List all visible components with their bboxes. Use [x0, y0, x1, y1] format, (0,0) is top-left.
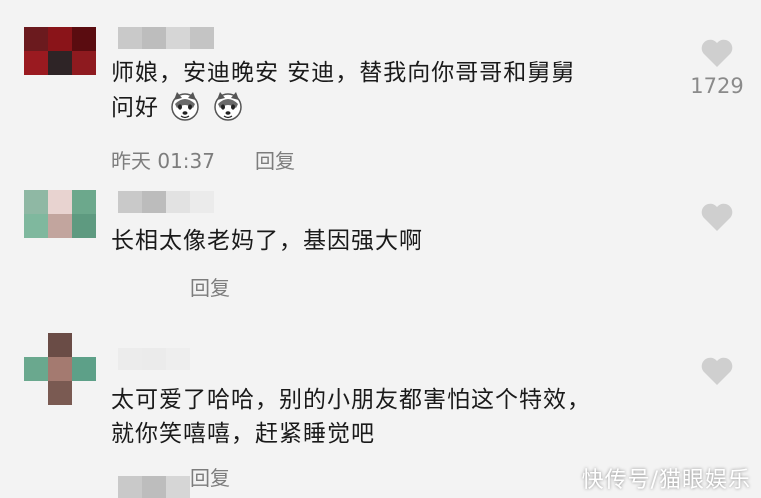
username-blurred[interactable]: [118, 191, 214, 213]
username-blurred[interactable]: [118, 476, 190, 498]
like-heart-icon[interactable]: [700, 38, 734, 68]
username-blurred[interactable]: [118, 27, 214, 49]
comment-text-line: 太可爱了哈哈，别的小朋友都害怕这个特效，: [111, 387, 591, 413]
reply-button[interactable]: 回复: [190, 462, 230, 491]
comment-text-fragment: 问好: [111, 95, 159, 121]
comment-text: 太可爱了哈哈，别的小朋友都害怕这个特效， 就你笑嘻嘻，赶紧睡觉吧: [111, 383, 591, 451]
reply-button[interactable]: 回复: [190, 272, 230, 301]
comment-text-line: 问好: [111, 90, 575, 125]
comment-text-line: 就你笑嘻嘻，赶紧睡觉吧: [111, 421, 375, 447]
avatar[interactable]: [24, 333, 96, 405]
like-heart-icon[interactable]: [700, 356, 734, 386]
comment-text-line: 长相太像老妈了，基因强大啊: [111, 228, 423, 254]
comment-text: 师娘，安迪晚安 安迪，替我向你哥哥和舅舅 问好: [111, 56, 575, 125]
reply-button[interactable]: 回复: [255, 145, 295, 174]
watermark: 快传号/猫眼娱乐: [581, 468, 751, 493]
avatar[interactable]: [24, 190, 96, 238]
username-blurred[interactable]: [118, 348, 190, 370]
husky-emoji-icon: [171, 92, 200, 121]
like-heart-icon[interactable]: [700, 202, 734, 232]
comment-text: 长相太像老妈了，基因强大啊: [111, 224, 423, 258]
like-count: 1729: [690, 74, 744, 98]
avatar[interactable]: [24, 27, 96, 75]
comment-date: 昨天 01:37: [111, 149, 215, 173]
husky-emoji-icon: [213, 92, 242, 121]
comment-text-line: 师娘，安迪晚安 安迪，替我向你哥哥和舅舅: [111, 60, 576, 86]
